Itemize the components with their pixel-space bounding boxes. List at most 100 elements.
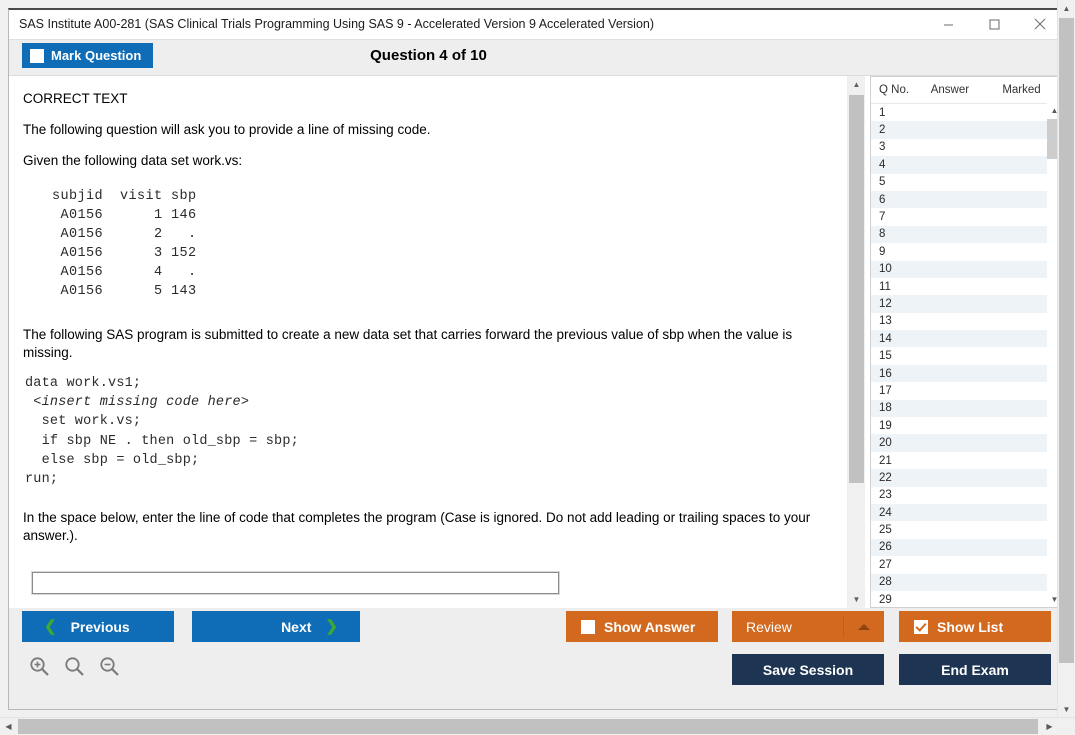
question-list-row[interactable]: 5 bbox=[871, 174, 1062, 191]
minimize-icon[interactable] bbox=[925, 10, 971, 38]
question-list-row[interactable]: 9 bbox=[871, 243, 1062, 260]
question-list-row[interactable]: 15 bbox=[871, 347, 1062, 364]
show-answer-checkbox-icon bbox=[581, 619, 595, 634]
review-dropdown-button[interactable]: Review bbox=[732, 611, 884, 642]
end-exam-button[interactable]: End Exam bbox=[899, 654, 1051, 685]
question-list-row[interactable]: 16 bbox=[871, 364, 1062, 383]
app-root: SAS Institute A00-281 (SAS Clinical Tria… bbox=[0, 0, 1075, 735]
question-list-row[interactable]: 20 bbox=[871, 434, 1062, 452]
chevron-right-icon: ❯ bbox=[325, 618, 338, 635]
question-list-row[interactable]: 22 bbox=[871, 469, 1062, 487]
maximize-icon[interactable] bbox=[971, 10, 1017, 38]
question-list-row-number: 10 bbox=[879, 263, 892, 276]
question-list-row-number: 28 bbox=[879, 576, 892, 589]
page-scroll-down-icon[interactable]: ▼ bbox=[1058, 701, 1075, 718]
page-scroll-right-icon[interactable]: ▶ bbox=[1041, 718, 1058, 735]
page-vertical-scrollbar-thumb[interactable] bbox=[1059, 18, 1074, 663]
question-list-row[interactable]: 27 bbox=[871, 556, 1062, 573]
previous-label: Previous bbox=[70, 618, 130, 635]
code-line-3: set work.vs; bbox=[25, 414, 142, 430]
question-list-row[interactable]: 19 bbox=[871, 417, 1062, 434]
question-list-row[interactable]: 12 bbox=[871, 295, 1062, 313]
scroll-down-icon[interactable]: ▼ bbox=[848, 591, 865, 608]
question-list-row-number: 21 bbox=[879, 454, 892, 467]
title-bar: SAS Institute A00-281 (SAS Clinical Tria… bbox=[9, 10, 1063, 40]
zoom-reset-icon[interactable] bbox=[64, 656, 85, 677]
question-list-row[interactable]: 28 bbox=[871, 573, 1062, 591]
scroll-up-icon[interactable]: ▲ bbox=[848, 76, 865, 93]
question-list-row-number: 20 bbox=[879, 437, 892, 450]
question-list-row[interactable]: 17 bbox=[871, 382, 1062, 399]
question-list-row-number: 3 bbox=[879, 141, 886, 154]
page-horizontal-scrollbar[interactable]: ◀ ▶ bbox=[0, 717, 1075, 735]
code-line-1: data work.vs1; bbox=[25, 376, 142, 392]
zoom-out-icon[interactable] bbox=[99, 656, 120, 677]
column-header-marked: Marked bbox=[1002, 84, 1041, 96]
question-list-row[interactable]: 13 bbox=[871, 313, 1062, 330]
window-controls bbox=[925, 10, 1063, 38]
code-line-2: <insert missing code here> bbox=[25, 395, 250, 411]
page-horizontal-scrollbar-thumb[interactable] bbox=[18, 719, 1038, 734]
question-intro-line: The following question will ask you to p… bbox=[23, 122, 431, 138]
question-list-row-number: 22 bbox=[879, 471, 892, 484]
question-list-row[interactable]: 6 bbox=[871, 190, 1062, 209]
question-list-row[interactable]: 7 bbox=[871, 208, 1062, 225]
question-list-row-number: 19 bbox=[879, 419, 892, 432]
question-list-row-number: 15 bbox=[879, 350, 892, 363]
question-title: Question 4 of 10 bbox=[370, 47, 487, 64]
question-list-row[interactable]: 21 bbox=[871, 452, 1062, 469]
chevron-up-icon[interactable] bbox=[858, 624, 870, 630]
question-list-row[interactable]: 26 bbox=[871, 538, 1062, 557]
chevron-left-icon: ❮ bbox=[44, 618, 57, 635]
question-list-row[interactable]: 14 bbox=[871, 330, 1062, 348]
end-exam-label: End Exam bbox=[941, 661, 1009, 678]
question-list-row[interactable]: 11 bbox=[871, 278, 1062, 295]
question-list-row[interactable]: 23 bbox=[871, 487, 1062, 504]
question-list-row-number: 2 bbox=[879, 124, 886, 137]
question-given-line: Given the following data set work.vs: bbox=[23, 153, 243, 169]
question-list: Q No. Answer Marked 1 2 3 4 5 6 7 8 9 10 11 12 13 14 1… bbox=[870, 76, 1063, 608]
scrollbar-thumb[interactable] bbox=[849, 95, 864, 483]
question-list-row[interactable]: 3 bbox=[871, 139, 1062, 156]
question-list-row[interactable]: 24 bbox=[871, 503, 1062, 522]
question-list-row[interactable]: 4 bbox=[871, 156, 1062, 174]
question-list-row-number: 16 bbox=[879, 367, 892, 380]
question-list-row[interactable]: 25 bbox=[871, 521, 1062, 538]
question-list-row[interactable]: 18 bbox=[871, 399, 1062, 418]
question-list-row-number: 25 bbox=[879, 524, 892, 537]
column-header-answer: Answer bbox=[930, 84, 970, 96]
show-list-button[interactable]: Show List bbox=[899, 611, 1051, 642]
show-list-checkbox-icon bbox=[914, 619, 928, 634]
show-answer-label: Show Answer bbox=[604, 618, 696, 635]
review-divider bbox=[843, 616, 844, 637]
zoom-in-icon[interactable] bbox=[29, 656, 50, 677]
window-title: SAS Institute A00-281 (SAS Clinical Tria… bbox=[19, 17, 655, 31]
question-list-row[interactable]: 8 bbox=[871, 225, 1062, 244]
question-list-row[interactable]: 1 bbox=[871, 104, 1062, 121]
question-list-row-number: 14 bbox=[879, 332, 892, 345]
question-list-row[interactable]: 10 bbox=[871, 260, 1062, 278]
answer-input[interactable] bbox=[31, 571, 560, 596]
question-list-row-number: 24 bbox=[879, 506, 892, 519]
question-list-row-number: 5 bbox=[879, 176, 886, 189]
show-list-label: Show List bbox=[937, 618, 1004, 635]
question-panel-scrollbar[interactable]: ▲ ▼ bbox=[847, 76, 865, 608]
question-list-row-number: 26 bbox=[879, 541, 892, 554]
question-list-row-number: 9 bbox=[879, 245, 886, 258]
question-list-row-number: 1 bbox=[879, 106, 886, 119]
question-program-line: The following SAS program is submitted t… bbox=[23, 326, 793, 360]
next-button[interactable]: Next ❯ bbox=[192, 611, 360, 642]
question-list-row-number: 4 bbox=[879, 158, 886, 171]
page-vertical-scrollbar[interactable]: ▲ ▼ bbox=[1057, 0, 1075, 718]
question-list-row[interactable]: 2 bbox=[871, 121, 1062, 139]
page-scroll-left-icon[interactable]: ◀ bbox=[0, 718, 17, 735]
question-list-row-number: 12 bbox=[879, 297, 892, 310]
page-scroll-up-icon[interactable]: ▲ bbox=[1058, 0, 1075, 17]
previous-button[interactable]: ❮ Previous bbox=[22, 611, 174, 642]
question-list-row[interactable]: 29 bbox=[871, 591, 1062, 607]
show-answer-button[interactable]: Show Answer bbox=[566, 611, 718, 642]
question-list-row-number: 7 bbox=[879, 211, 886, 224]
question-panel: CORRECT TEXT The following question will… bbox=[9, 76, 847, 608]
review-label: Review bbox=[746, 618, 792, 635]
save-session-button[interactable]: Save Session bbox=[732, 654, 884, 685]
